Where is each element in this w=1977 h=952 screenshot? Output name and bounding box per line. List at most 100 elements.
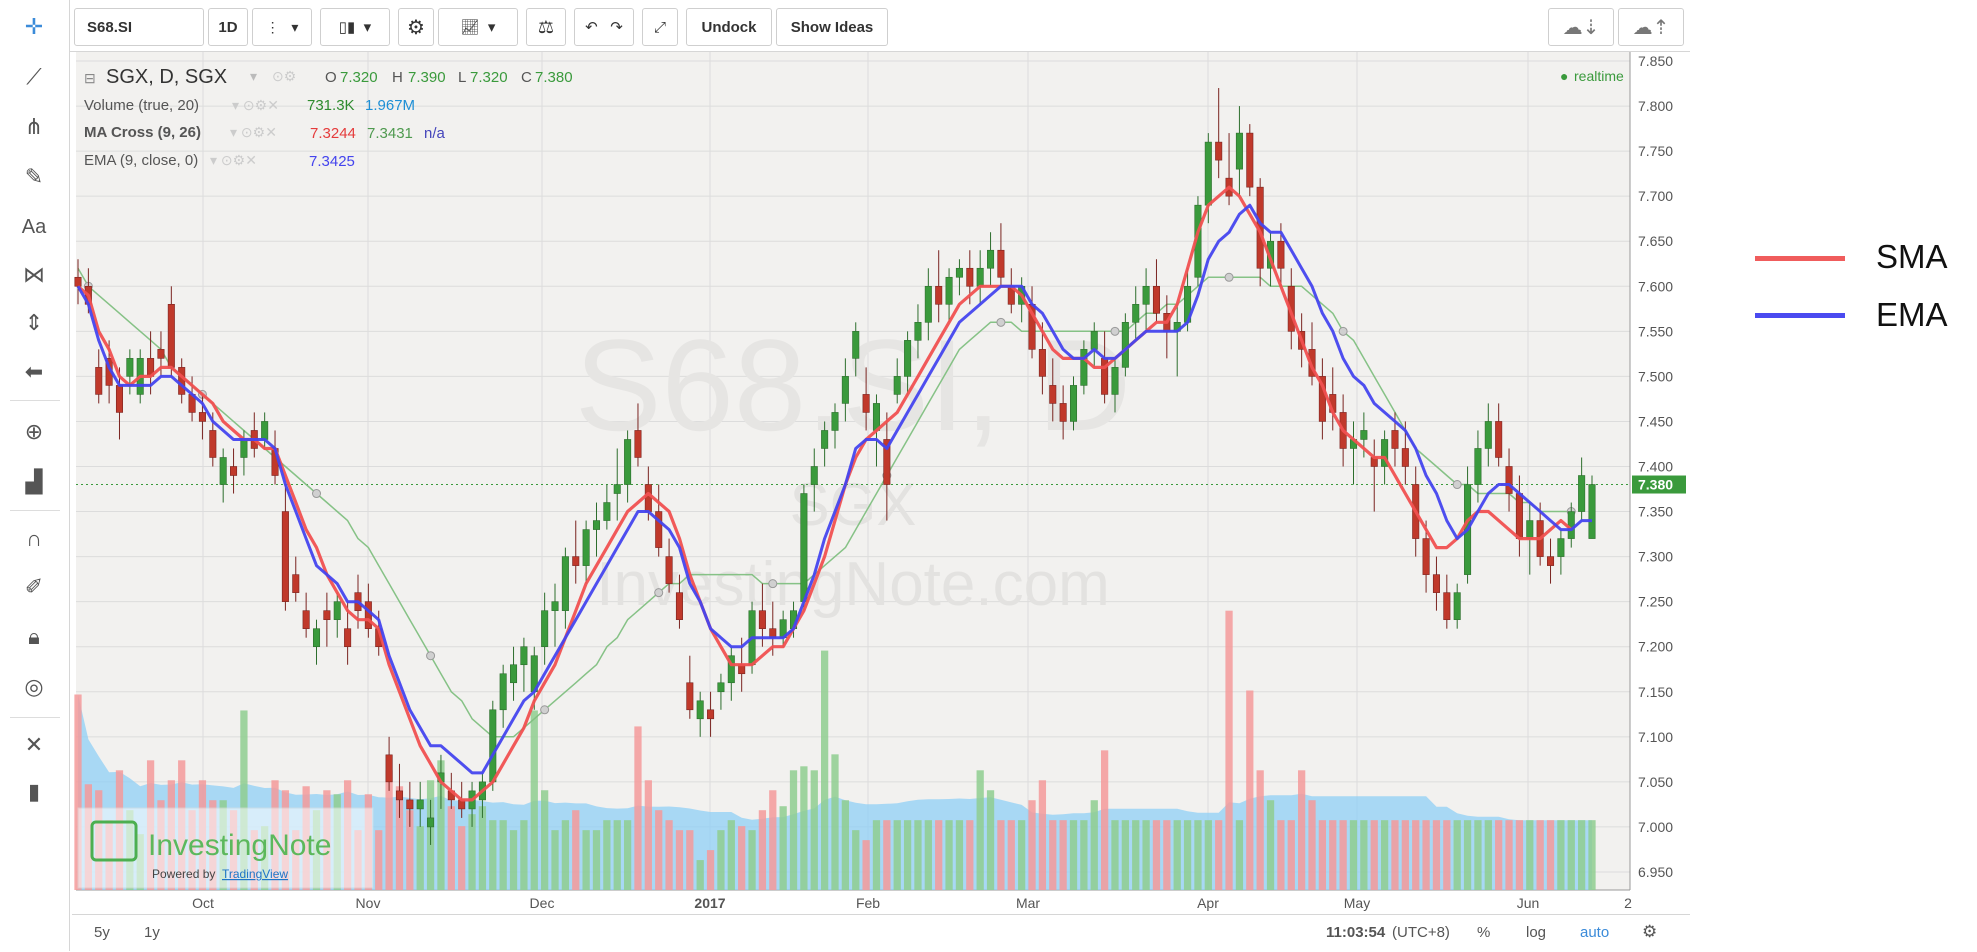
candle-body xyxy=(634,430,642,458)
watermark-site: InvestingNote.com xyxy=(596,550,1109,619)
candle-body xyxy=(707,709,715,720)
candle-body xyxy=(1132,304,1140,323)
candle-body xyxy=(178,367,186,395)
percent-scale-toggle[interactable]: % xyxy=(1477,924,1490,941)
volume-bar xyxy=(1090,800,1098,890)
volume-bar xyxy=(872,820,881,890)
candle-body xyxy=(1567,511,1575,539)
volume-bar xyxy=(1121,820,1129,890)
candle-body xyxy=(126,358,134,377)
volume-bar xyxy=(1329,820,1337,890)
candle-body xyxy=(427,817,435,828)
volume-bar xyxy=(1225,610,1233,890)
candle-body xyxy=(997,249,1005,278)
candle-body xyxy=(364,601,372,629)
y-tick-label: 7.400 xyxy=(1638,458,1673,474)
auto-scale-toggle[interactable]: auto xyxy=(1580,924,1609,941)
volume-bar xyxy=(478,806,487,890)
candle-body xyxy=(624,439,632,485)
slow-ma-marker xyxy=(312,489,322,499)
candle-body xyxy=(582,529,590,566)
y-tick-label: 7.300 xyxy=(1638,549,1673,565)
candle-body xyxy=(1152,285,1160,314)
ma-cross-fast-value: 7.3244 xyxy=(310,125,356,142)
volume-bar xyxy=(1391,820,1399,890)
candle-body xyxy=(966,267,974,287)
x-tick-label: Feb xyxy=(856,895,880,911)
volume-bar xyxy=(623,820,632,890)
volume-bar xyxy=(1266,800,1275,890)
volume-bar xyxy=(800,766,808,890)
volume-bar xyxy=(1132,820,1140,890)
chart-settings-gear-icon[interactable]: ⚙ xyxy=(1642,922,1657,942)
volume-bar xyxy=(914,820,922,890)
candle-body xyxy=(613,484,621,494)
series-options-icon[interactable]: ▾ xyxy=(250,68,257,85)
volume-bar xyxy=(592,830,601,890)
sma-legend-swatch xyxy=(1755,256,1845,261)
volume-bar xyxy=(1370,820,1378,890)
ema-indicator-label[interactable]: EMA (9, close, 0) xyxy=(84,152,198,169)
candle-body xyxy=(157,349,165,359)
range-5y-button[interactable]: 5y xyxy=(94,924,110,941)
candle-body xyxy=(758,610,766,629)
candle-body xyxy=(240,439,248,458)
candle-body xyxy=(1443,592,1451,620)
volume-bar xyxy=(986,790,995,890)
y-tick-label: 7.050 xyxy=(1638,774,1673,790)
ema-indicator-icons[interactable]: ▾ ⊙⚙✕ xyxy=(210,152,257,169)
candle-body xyxy=(893,376,901,395)
volume-bar xyxy=(1204,820,1212,890)
y-tick-label: 7.600 xyxy=(1638,278,1673,294)
volume-bar xyxy=(1038,780,1047,890)
volume-bar xyxy=(810,770,818,890)
volume-bar xyxy=(1588,820,1596,890)
range-1y-button[interactable]: 1y xyxy=(144,924,160,941)
tradingview-link[interactable]: TradingView xyxy=(222,867,288,881)
candle-body xyxy=(115,385,123,413)
clock-timezone[interactable]: (UTC+8) xyxy=(1392,924,1450,941)
volume-bar xyxy=(779,806,787,890)
volume-bar xyxy=(1007,820,1015,890)
candle-body xyxy=(281,511,289,602)
candle-body xyxy=(603,502,611,521)
volume-bar xyxy=(499,820,507,890)
candle-body xyxy=(1578,475,1586,512)
log-scale-toggle[interactable]: log xyxy=(1526,924,1546,941)
y-tick-label: 7.650 xyxy=(1638,233,1673,249)
volume-bar xyxy=(997,820,1005,890)
volume-indicator-icons[interactable]: ▾ ⊙⚙✕ xyxy=(232,97,279,114)
candle-body xyxy=(1526,520,1534,539)
series-settings-icons[interactable]: ⊙⚙ xyxy=(272,68,296,85)
volume-bar xyxy=(862,840,870,890)
y-tick-label: 7.250 xyxy=(1638,594,1673,610)
logo-name: InvestingNote xyxy=(148,829,331,862)
ma-cross-signal-value: n/a xyxy=(424,125,445,142)
volume-bar xyxy=(758,810,767,890)
candle-body xyxy=(395,790,403,801)
volume-bar xyxy=(1028,800,1036,890)
candle-body xyxy=(1505,466,1513,494)
volume-bar xyxy=(655,810,663,890)
volume-bar xyxy=(1173,820,1181,890)
volume-bar xyxy=(1339,820,1347,890)
ema-legend-label: EMA xyxy=(1876,296,1948,333)
y-tick-label: 6.950 xyxy=(1638,864,1673,880)
x-tick-label: Mar xyxy=(1016,895,1040,911)
volume-bar xyxy=(1557,820,1565,890)
candle-body xyxy=(831,412,839,431)
x-tick-label: Dec xyxy=(530,895,555,911)
volume-bar xyxy=(1422,820,1430,890)
ma-cross-indicator-label[interactable]: MA Cross (9, 26) xyxy=(84,124,201,141)
candle-body xyxy=(935,285,943,305)
candle-body xyxy=(1588,484,1596,539)
candle-body xyxy=(198,412,206,422)
volume-indicator-label[interactable]: Volume (true, 20) xyxy=(84,97,199,114)
collapse-legend-icon[interactable]: ⊟ xyxy=(84,70,96,87)
candle-body xyxy=(1121,322,1129,368)
ma-cross-indicator-icons[interactable]: ▾ ⊙⚙✕ xyxy=(230,124,277,141)
candle-body xyxy=(1246,132,1254,188)
slow-ma-marker xyxy=(654,588,664,598)
x-tick-label: Apr xyxy=(1197,895,1219,911)
candle-body xyxy=(230,466,238,476)
